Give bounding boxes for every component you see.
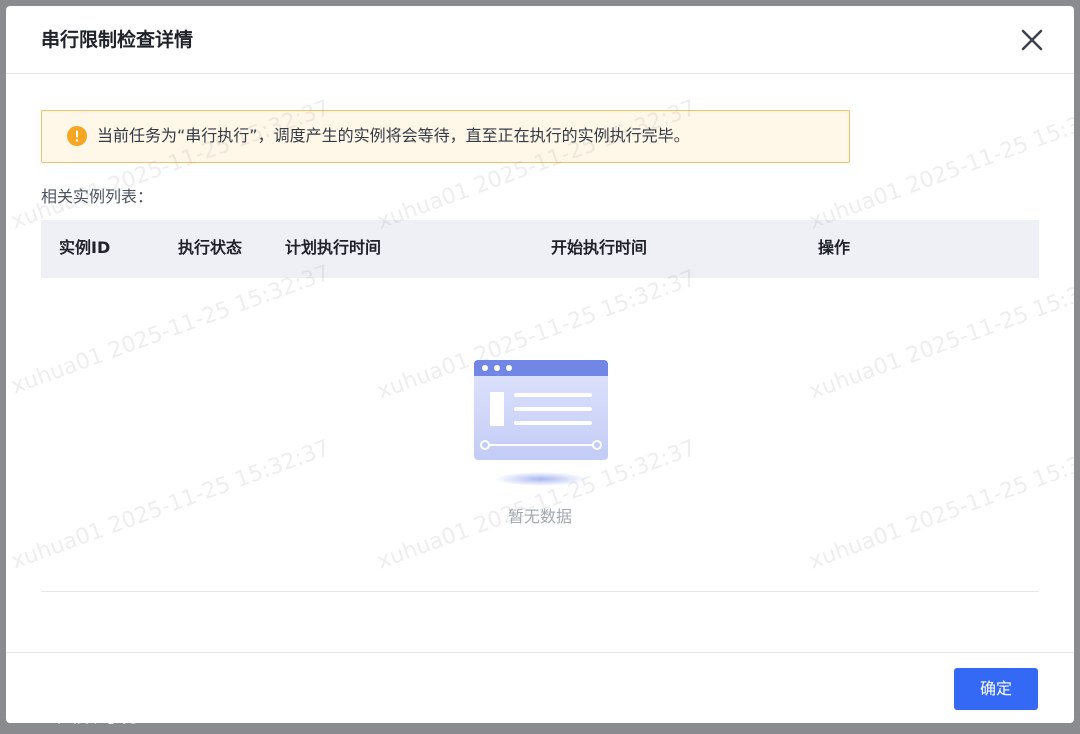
warning-icon [67,126,87,146]
column-instance-id: 实例ID [59,238,111,257]
empty-data-icon [471,354,611,498]
column-execution-status: 执行状态 [178,238,243,257]
related-instances-label: 相关实例列表： [41,187,154,206]
brand-watermark: 大数跨境 [7,698,137,730]
brand-logo-icon [7,700,46,730]
close-icon[interactable] [1020,28,1044,52]
column-planned-time: 计划执行时间 [285,238,382,257]
instance-table: 实例ID 执行状态 计划执行时间 开始执行时间 操作 暂无数据 [41,220,1039,592]
column-start-time: 开始执行时间 [551,238,648,257]
serial-limit-dialog: 串行限制检查详情 当前任务为“串行执行”，调度产生的实例将会等待，直至正在执行的… [6,6,1074,723]
brand-name: 大数跨境 [56,702,137,727]
dialog-footer: 确定 [6,652,1074,723]
dialog-header: 串行限制检查详情 [6,6,1074,74]
dialog-title: 串行限制检查详情 [41,29,194,51]
serial-execution-alert: 当前任务为“串行执行”，调度产生的实例将会等待，直至正在执行的实例执行完毕。 [41,110,850,163]
empty-state: 暂无数据 [41,278,1039,591]
column-actions: 操作 [818,238,851,257]
alert-message: 当前任务为“串行执行”，调度产生的实例将会等待，直至正在执行的实例执行完毕。 [97,126,690,145]
table-header: 实例ID 执行状态 计划执行时间 开始执行时间 操作 [41,220,1039,278]
confirm-button[interactable]: 确定 [954,668,1038,710]
empty-state-text: 暂无数据 [507,507,572,526]
